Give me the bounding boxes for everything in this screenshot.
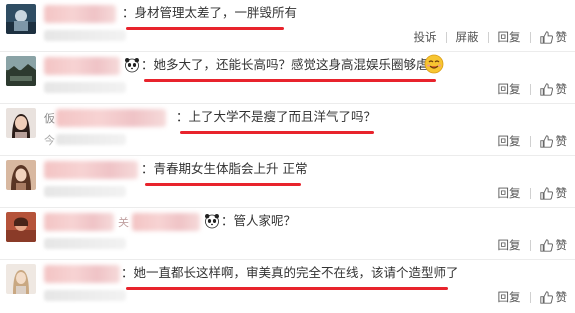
like-label: 赞	[555, 30, 568, 44]
divider	[529, 291, 531, 303]
thumbs-up-icon	[539, 238, 553, 252]
like-button[interactable]: 赞	[539, 133, 568, 149]
like-button[interactable]: 赞	[539, 185, 568, 201]
like-label: 赞	[555, 82, 568, 96]
reply-button[interactable]: 回复	[498, 133, 521, 149]
highlight-underline	[145, 183, 301, 186]
divider	[529, 135, 531, 147]
username-blurred[interactable]	[44, 213, 114, 231]
comment-actions: 回复 赞	[498, 185, 568, 201]
timestamp-blurred	[56, 134, 126, 145]
comment-actions: 投诉 屏蔽 回复 赞	[414, 29, 568, 45]
highlight-underline	[126, 287, 448, 290]
comment-item: ：身材管理太差了，一胖毁所有 投诉 屏蔽 回复 赞	[0, 0, 575, 52]
username-initial[interactable]: 仮	[44, 110, 55, 126]
reply-button[interactable]: 回复	[498, 185, 521, 201]
like-button[interactable]: 赞	[539, 289, 568, 305]
like-label: 赞	[555, 238, 568, 252]
username-blurred[interactable]	[44, 5, 116, 23]
avatar[interactable]	[6, 212, 36, 242]
reply-button[interactable]: 回复	[498, 29, 521, 45]
comment-item: ：青春期女生体脂会上升 正常 回复 赞	[0, 156, 575, 208]
comment-text: ：青春期女生体脂会上升 正常	[141, 161, 308, 176]
report-button[interactable]: 投诉	[414, 29, 437, 45]
like-button[interactable]: 赞	[539, 81, 568, 97]
like-label: 赞	[555, 290, 568, 304]
divider	[487, 31, 489, 43]
comment-actions: 回复 赞	[498, 237, 568, 253]
timestamp-blurred	[44, 290, 126, 301]
highlight-underline	[180, 131, 374, 134]
divider	[529, 83, 531, 95]
username-blurred[interactable]	[56, 109, 166, 127]
thumbs-up-icon	[539, 30, 553, 44]
comment-item: ：她多大了，还能长高吗？感觉这身高混娱乐圈够虐的 回复 赞	[0, 52, 575, 104]
thumbs-up-icon	[539, 290, 553, 304]
divider	[529, 187, 531, 199]
highlight-underline	[126, 27, 284, 30]
comment-actions: 回复 赞	[498, 133, 568, 149]
comment-actions: 回复 赞	[498, 81, 568, 97]
comment-text: ：管人家呢？	[221, 213, 297, 228]
avatar[interactable]	[6, 108, 36, 138]
username-blurred[interactable]	[44, 57, 120, 75]
divider	[529, 31, 531, 43]
timestamp-blurred	[44, 30, 126, 41]
timestamp-blurred	[44, 82, 126, 93]
panda-emoji-icon	[205, 214, 219, 229]
thumbs-up-icon	[539, 134, 553, 148]
comment-text: ：上了大学不是瘦了而且洋气了吗？	[176, 109, 377, 124]
comment-item: 仮 今 ：上了大学不是瘦了而且洋气了吗？ 回复 赞	[0, 104, 575, 156]
username-blurred[interactable]	[44, 265, 120, 283]
block-button[interactable]: 屏蔽	[456, 29, 479, 45]
timestamp-blurred	[44, 186, 126, 197]
timestamp-blurred	[44, 238, 126, 249]
divider	[445, 31, 447, 43]
divider	[529, 239, 531, 251]
reply-button[interactable]: 回复	[498, 81, 521, 97]
like-button[interactable]: 赞	[539, 237, 568, 253]
username-blurred[interactable]	[44, 161, 138, 179]
avatar[interactable]	[6, 160, 36, 190]
comment-text: ：她一直都长这样啊，审美真的完全不在线，该请个造型师了	[121, 265, 459, 280]
like-label: 赞	[555, 186, 568, 200]
timestamp-initial: 今	[44, 134, 55, 147]
thumbs-up-icon	[539, 82, 553, 96]
comment-actions: 回复 赞	[498, 289, 568, 305]
highlight-underline	[144, 79, 436, 82]
comment-text: ：身材管理太差了，一胖毁所有	[122, 5, 298, 20]
username-blurred[interactable]	[132, 213, 200, 231]
avatar[interactable]	[6, 264, 36, 294]
smiling-face-icon	[424, 54, 444, 74]
avatar[interactable]	[6, 4, 36, 34]
username-suffix[interactable]: 关	[118, 214, 129, 230]
comment-text: ：她多大了，还能长高吗？感觉这身高混娱乐圈够虐的	[141, 57, 442, 72]
reply-button[interactable]: 回复	[498, 237, 521, 253]
reply-button[interactable]: 回复	[498, 289, 521, 305]
panda-emoji-icon	[125, 58, 139, 73]
like-button[interactable]: 赞	[539, 29, 568, 45]
comment-item: 关 ：管人家呢？ 回复 赞	[0, 208, 575, 260]
like-label: 赞	[555, 134, 568, 148]
thumbs-up-icon	[539, 186, 553, 200]
comment-item: ：她一直都长这样啊，审美真的完全不在线，该请个造型师了 回复 赞	[0, 260, 575, 313]
avatar[interactable]	[6, 56, 36, 86]
